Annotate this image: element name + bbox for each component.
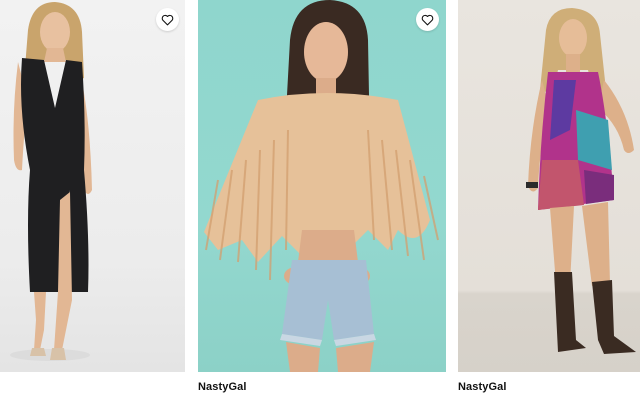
- product-grid: NastyGal NastyGal: [0, 0, 640, 396]
- product-image[interactable]: [458, 0, 640, 372]
- product-brand[interactable]: NastyGal: [458, 381, 507, 393]
- heart-outline-icon: [421, 14, 434, 25]
- model-patchwork-mini-dress-image: [526, 8, 636, 354]
- product-image[interactable]: [0, 0, 185, 372]
- heart-outline-icon: [161, 14, 174, 25]
- model-black-maxi-dress-image: [10, 2, 92, 361]
- model-fringe-sequin-top-image: [204, 0, 439, 372]
- add-to-wishlist-button[interactable]: [416, 8, 439, 31]
- product-image[interactable]: [198, 0, 446, 372]
- product-brand[interactable]: NastyGal: [198, 381, 247, 393]
- add-to-wishlist-button[interactable]: [156, 8, 179, 31]
